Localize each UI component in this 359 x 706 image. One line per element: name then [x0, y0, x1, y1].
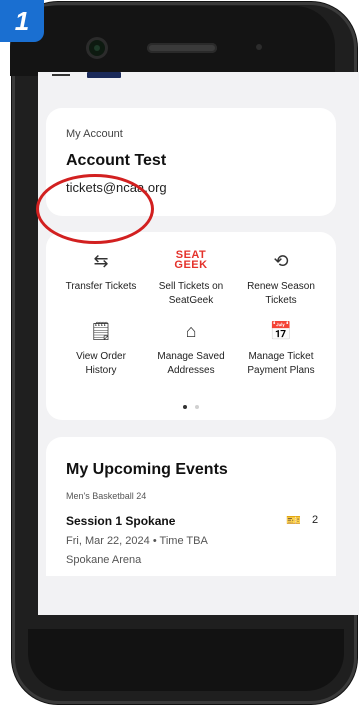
- phone-bottom-bezel: [28, 629, 344, 691]
- action-label: Renew Season Tickets: [247, 281, 315, 306]
- action-label: Manage Ticket Payment Plans: [247, 351, 315, 376]
- order-history-icon: 🗒: [89, 321, 113, 341]
- account-name: Account Test: [66, 152, 167, 169]
- payment-calendar-icon: 📅: [269, 321, 293, 341]
- event-title[interactable]: Session 1 Spokane: [66, 514, 175, 528]
- action-label: Transfer Tickets: [65, 281, 137, 292]
- screen-bottom-area: [38, 576, 359, 615]
- action-label: Manage Saved Addresses: [157, 351, 225, 376]
- quick-actions-card: ⇆ Transfer Tickets SEAT GEEK Sell Ticket…: [46, 232, 336, 420]
- account-section-label: My Account: [66, 128, 123, 140]
- events-heading: My Upcoming Events: [66, 461, 228, 478]
- front-camera-icon: [89, 40, 105, 56]
- app-screen: My Account Account Test tickets@ncaa.org…: [38, 72, 359, 615]
- speaker-grille: [147, 43, 217, 53]
- ticket-icon: 🎫: [286, 513, 301, 527]
- page-dot-active[interactable]: [182, 405, 187, 409]
- renew-icon: ⟲: [273, 251, 289, 271]
- action-label: Sell Tickets on SeatGeek: [158, 281, 224, 306]
- transfer-arrows-icon: ⇆: [93, 251, 109, 271]
- event-venue: Spokane Arena: [66, 554, 142, 566]
- renew-season-tickets-action[interactable]: ⟲ Renew Season Tickets: [236, 250, 326, 308]
- address-book-icon: ⌂: [185, 321, 197, 341]
- app-top-bar: [38, 72, 359, 86]
- event-category: Men's Basketball 24: [66, 491, 147, 501]
- highlight-circle-annotation: [36, 174, 154, 244]
- view-order-history-action[interactable]: 🗒 View Order History: [56, 320, 146, 378]
- carousel-pagination[interactable]: [46, 396, 336, 414]
- event-date-time: Fri, Mar 22, 2024 • Time TBA: [66, 535, 208, 547]
- page-dot[interactable]: [195, 405, 200, 409]
- app-logo: [87, 72, 121, 78]
- manage-payment-plans-action[interactable]: 📅 Manage Ticket Payment Plans: [236, 320, 326, 378]
- hamburger-menu-icon[interactable]: [52, 74, 70, 76]
- action-label: View Order History: [76, 351, 126, 376]
- step-number-badge: 1: [0, 0, 44, 42]
- sell-on-seatgeek-action[interactable]: SEAT GEEK Sell Tickets on SeatGeek: [146, 250, 236, 308]
- phone-top-bezel: [10, 6, 335, 76]
- ticket-count: 2: [312, 514, 319, 526]
- manage-saved-addresses-action[interactable]: ⌂ Manage Saved Addresses: [146, 320, 236, 378]
- transfer-tickets-action[interactable]: ⇆ Transfer Tickets: [56, 250, 146, 294]
- seatgeek-logo: SEAT GEEK: [174, 249, 208, 271]
- proximity-sensor: [256, 44, 262, 50]
